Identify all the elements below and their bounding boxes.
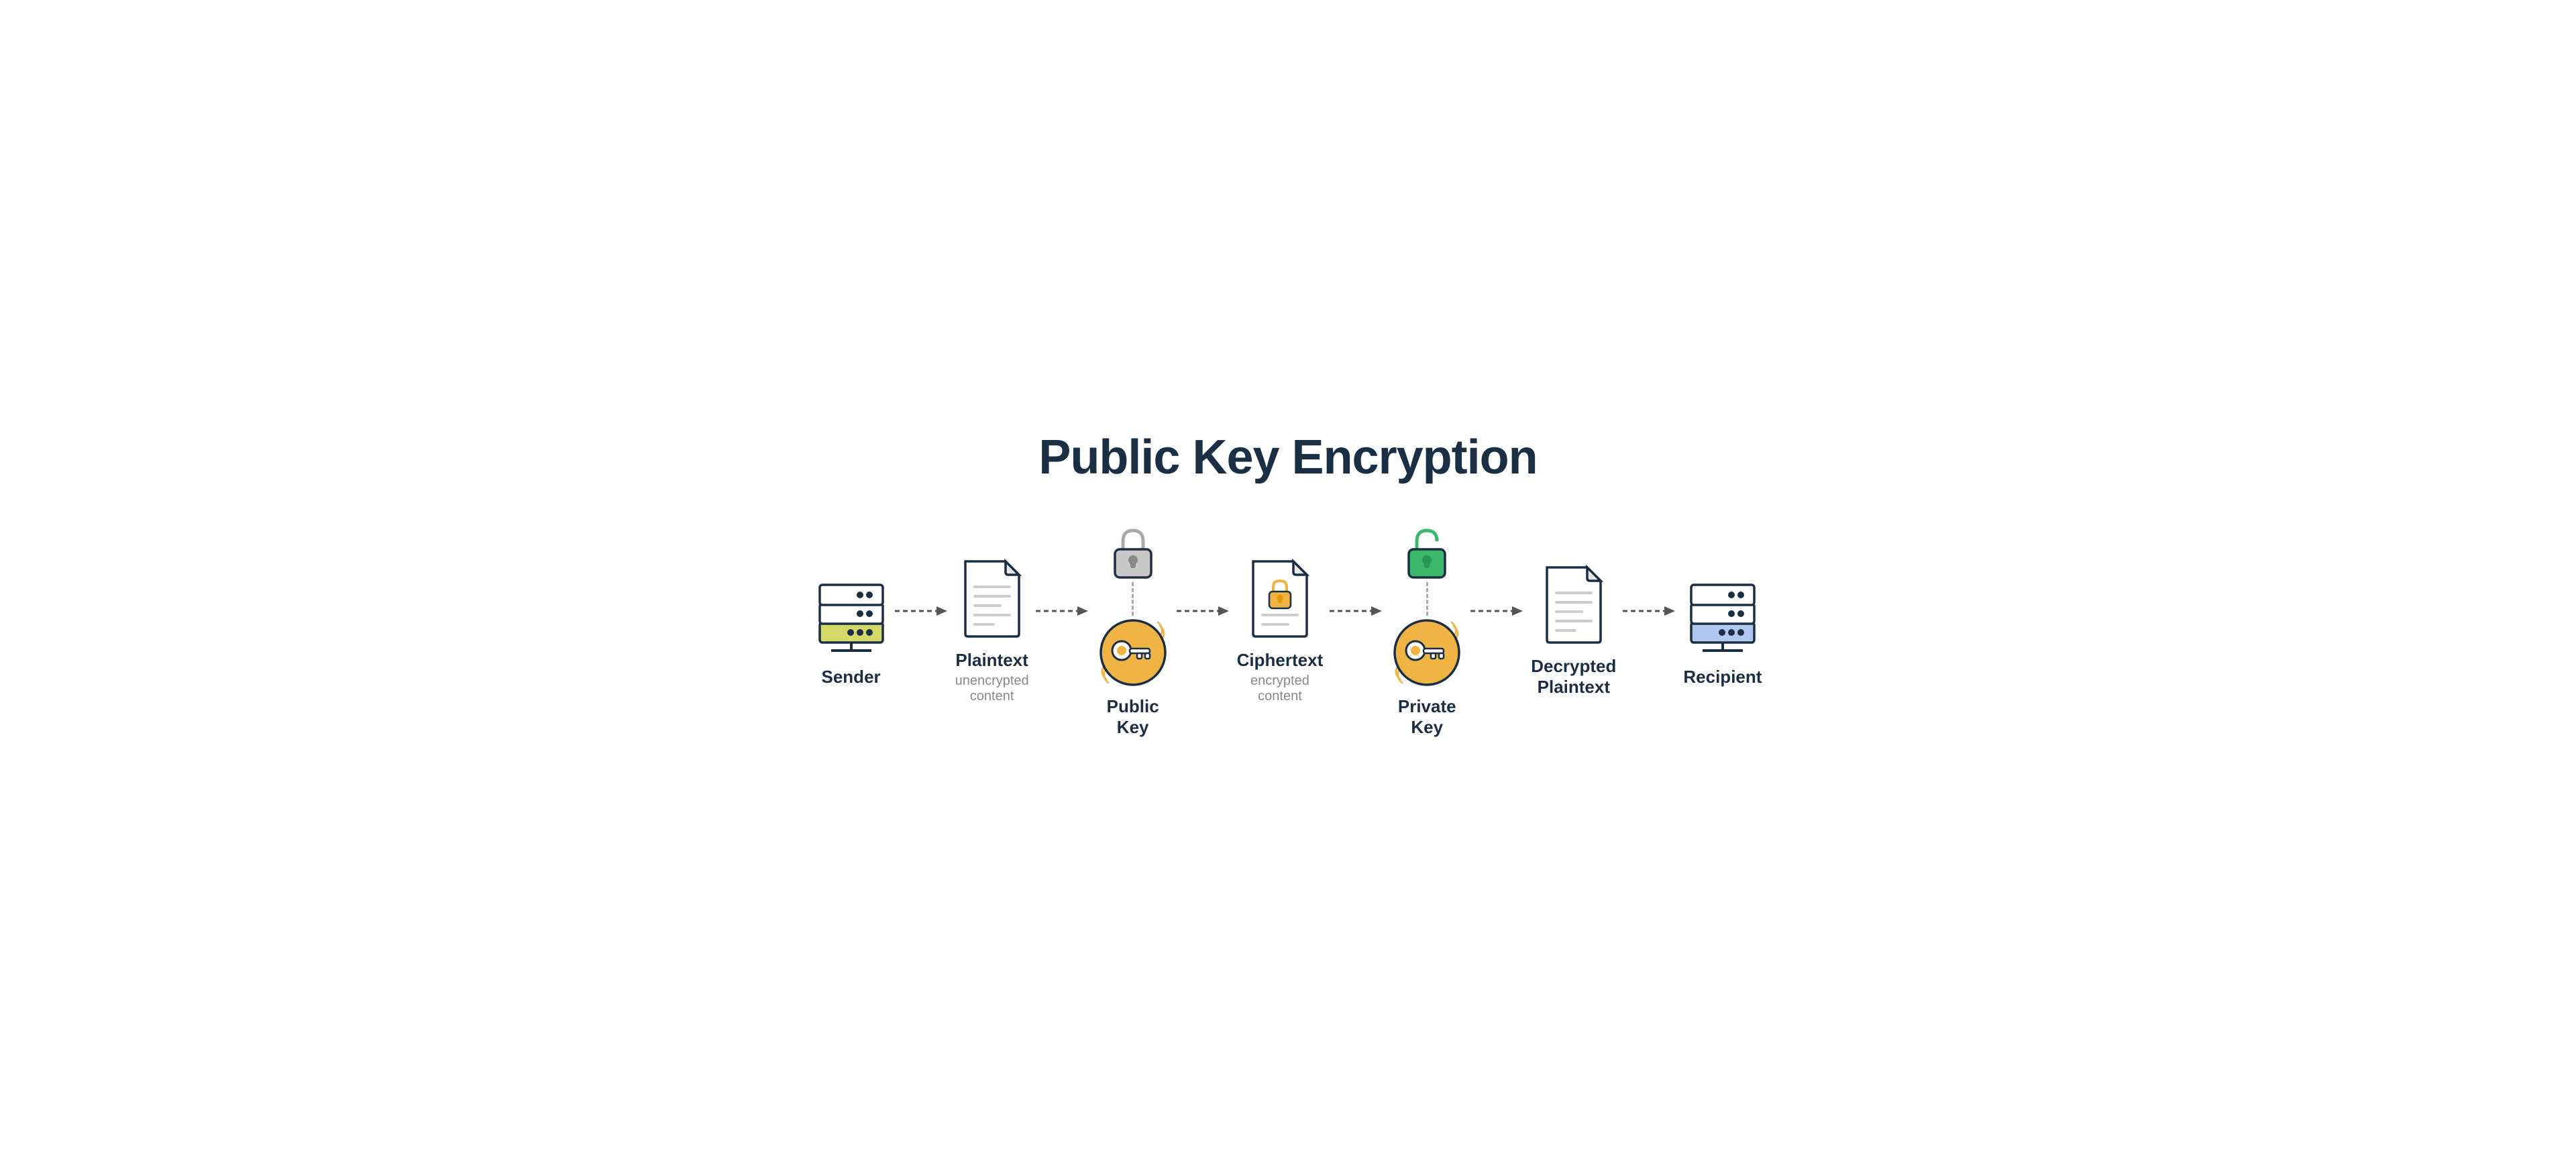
private-key-group: Private Key	[1390, 525, 1464, 738]
arrow-3	[1177, 601, 1230, 661]
plaintext-node: Plaintext unencrypted content	[955, 559, 1029, 704]
public-key-group: Public Key	[1096, 525, 1170, 738]
diagram: Sender	[818, 525, 1758, 738]
arrow-1	[895, 601, 949, 661]
ciphertext-icon	[1248, 559, 1311, 639]
public-key-label: Public Key	[1096, 696, 1170, 738]
private-key-dashed-line	[1426, 582, 1428, 616]
arrow-5	[1470, 601, 1524, 661]
public-key-dashed-line	[1132, 582, 1134, 616]
public-key-icon	[1096, 616, 1170, 689]
private-key-label: Private Key	[1390, 696, 1464, 738]
sender-label: Sender	[822, 667, 881, 687]
private-key-icon	[1390, 616, 1464, 689]
ciphertext-label: Ciphertext encrypted content	[1237, 650, 1324, 704]
arrow-6	[1623, 601, 1676, 661]
arrow-2	[1036, 601, 1089, 661]
decrypted-label: Decrypted Plaintext	[1531, 656, 1616, 698]
recipient-label: Recipient	[1683, 667, 1762, 687]
arrow-4	[1330, 601, 1383, 661]
sender-icon	[814, 575, 888, 656]
plaintext-label: Plaintext unencrypted content	[955, 650, 1029, 704]
recipient-node: Recipient	[1683, 575, 1762, 687]
ciphertext-node: Ciphertext encrypted content	[1237, 559, 1324, 704]
gray-lock-icon	[1110, 525, 1157, 582]
decrypted-icon	[1542, 565, 1605, 645]
page-container: Public Key Encryption	[818, 430, 1758, 738]
sender-node: Sender	[814, 575, 888, 687]
page-title: Public Key Encryption	[1038, 430, 1537, 485]
plaintext-icon	[960, 559, 1024, 639]
decrypted-node: Decrypted Plaintext	[1531, 565, 1616, 698]
recipient-icon	[1686, 575, 1760, 656]
green-lock-icon	[1403, 525, 1450, 582]
